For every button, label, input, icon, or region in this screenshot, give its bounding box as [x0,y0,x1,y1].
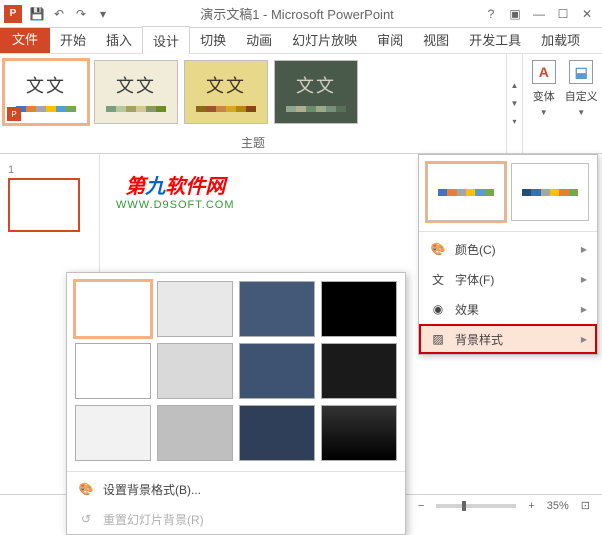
bg-style-10[interactable] [239,405,315,461]
qat-dropdown[interactable]: ▾ [92,3,114,25]
themes-up-button[interactable]: ▲ [507,78,522,94]
format-bg-label: 设置背景格式(B)... [103,481,201,498]
tab-插入[interactable]: 插入 [96,26,142,53]
theme-thumb-2[interactable]: 文文 [184,60,268,124]
save-button[interactable]: 💾 [26,3,48,25]
zoom-slider[interactable] [436,504,516,508]
variant-thumb-1[interactable] [511,163,589,221]
chevron-right-icon: ▶ [581,335,587,344]
bg-style-7[interactable] [321,343,397,399]
reset-background-item: ↺ 重置幻灯片背景(R) [67,504,405,534]
customize-icon: ⬓ [569,60,593,84]
minimize-button[interactable]: — [528,3,550,25]
bg-style-0[interactable] [75,281,151,337]
slide-thumbnail-1[interactable] [8,178,80,232]
bg-style-8[interactable] [75,405,151,461]
chevron-down-icon: ▼ [540,108,548,117]
tab-开发工具[interactable]: 开发工具 [459,26,531,53]
menu-item-label: 背景样式 [455,331,503,348]
bg-style-1[interactable] [157,281,233,337]
tab-加载项[interactable]: 加载项 [531,26,590,53]
zoom-in-button[interactable]: + [524,500,538,512]
menu-item-label: 颜色(C) [455,241,496,258]
bg-style-9[interactable] [157,405,233,461]
bgstyle-icon: ▨ [429,330,447,348]
variants-button[interactable]: A 变体 ▼ [527,60,561,151]
variants-dropdown: 🎨 颜色(C) ▶ 文字体(F) ▶ ◉ 效果 ▶ ▨ 背景样式 ▶ [418,154,598,355]
fonts-icon: 文 [429,270,447,288]
menu-item-label: 字体(F) [455,271,494,288]
tab-审阅[interactable]: 审阅 [367,26,413,53]
theme-thumb-0[interactable]: 文文P [4,60,88,124]
menu-item-label: 效果 [455,301,479,318]
redo-button[interactable]: ↷ [70,3,92,25]
format-background-item[interactable]: 🎨 设置背景格式(B)... [67,474,405,504]
variant-thumb-0[interactable] [427,163,505,221]
chevron-right-icon: ▶ [581,305,587,314]
reset-bg-icon: ↺ [77,510,95,528]
tab-视图[interactable]: 视图 [413,26,459,53]
themes-group-label: 主题 [4,130,502,151]
tab-幻灯片放映[interactable]: 幻灯片放映 [282,26,367,53]
chevron-right-icon: ▶ [581,275,587,284]
chevron-right-icon: ▶ [581,245,587,254]
theme-thumb-1[interactable]: 文文 [94,60,178,124]
tab-切换[interactable]: 切换 [190,26,236,53]
ribbon-options-button[interactable]: ▣ [504,3,526,25]
variants-icon: A [532,60,556,84]
variants-menu-bgstyle[interactable]: ▨ 背景样式 ▶ [419,324,597,354]
bg-style-3[interactable] [321,281,397,337]
undo-button[interactable]: ↶ [48,3,70,25]
help-button[interactable]: ? [480,3,502,25]
tab-file[interactable]: 文件 [0,24,50,53]
reset-bg-label: 重置幻灯片背景(R) [103,511,204,528]
background-styles-gallery: 🎨 设置背景格式(B)... ↺ 重置幻灯片背景(R) [66,272,406,535]
window-title: 演示文稿1 - Microsoft PowerPoint [114,4,480,23]
bg-style-2[interactable] [239,281,315,337]
variants-menu-effects[interactable]: ◉ 效果 ▶ [419,294,597,324]
tab-设计[interactable]: 设计 [142,26,190,54]
effects-icon: ◉ [429,300,447,318]
ribbon: 文文P文文文文文文 主题 ▲ ▼ ▾ A 变体 ▼ ⬓ 自定义 ▼ [0,54,602,154]
bg-style-6[interactable] [239,343,315,399]
tab-动画[interactable]: 动画 [236,26,282,53]
slide-number: 1 [8,164,91,176]
variants-menu-fonts[interactable]: 文字体(F) ▶ [419,264,597,294]
maximize-button[interactable]: ☐ [552,3,574,25]
bg-style-5[interactable] [157,343,233,399]
themes-more-button[interactable]: ▾ [507,114,522,130]
watermark: 第九软件网 WWW.D9SOFT.COM [116,170,235,211]
close-button[interactable]: ✕ [576,3,598,25]
bg-style-11[interactable] [321,405,397,461]
fit-window-button[interactable]: ⊡ [577,499,594,512]
chevron-down-icon: ▼ [577,108,585,117]
themes-down-button[interactable]: ▼ [507,96,522,112]
variants-menu-colors[interactable]: 🎨 颜色(C) ▶ [419,234,597,264]
ribbon-tabs: 文件 开始插入设计切换动画幻灯片放映审阅视图开发工具加载项 [0,28,602,54]
theme-thumb-3[interactable]: 文文 [274,60,358,124]
customize-button[interactable]: ⬓ 自定义 ▼ [565,60,599,151]
app-icon: P [4,5,22,23]
tab-开始[interactable]: 开始 [50,26,96,53]
variants-label: 变体 [533,88,555,104]
zoom-out-button[interactable]: − [414,500,428,512]
colors-icon: 🎨 [429,240,447,258]
zoom-level[interactable]: 35% [547,500,569,512]
bg-style-4[interactable] [75,343,151,399]
customize-label: 自定义 [565,88,598,104]
format-bg-icon: 🎨 [77,480,95,498]
